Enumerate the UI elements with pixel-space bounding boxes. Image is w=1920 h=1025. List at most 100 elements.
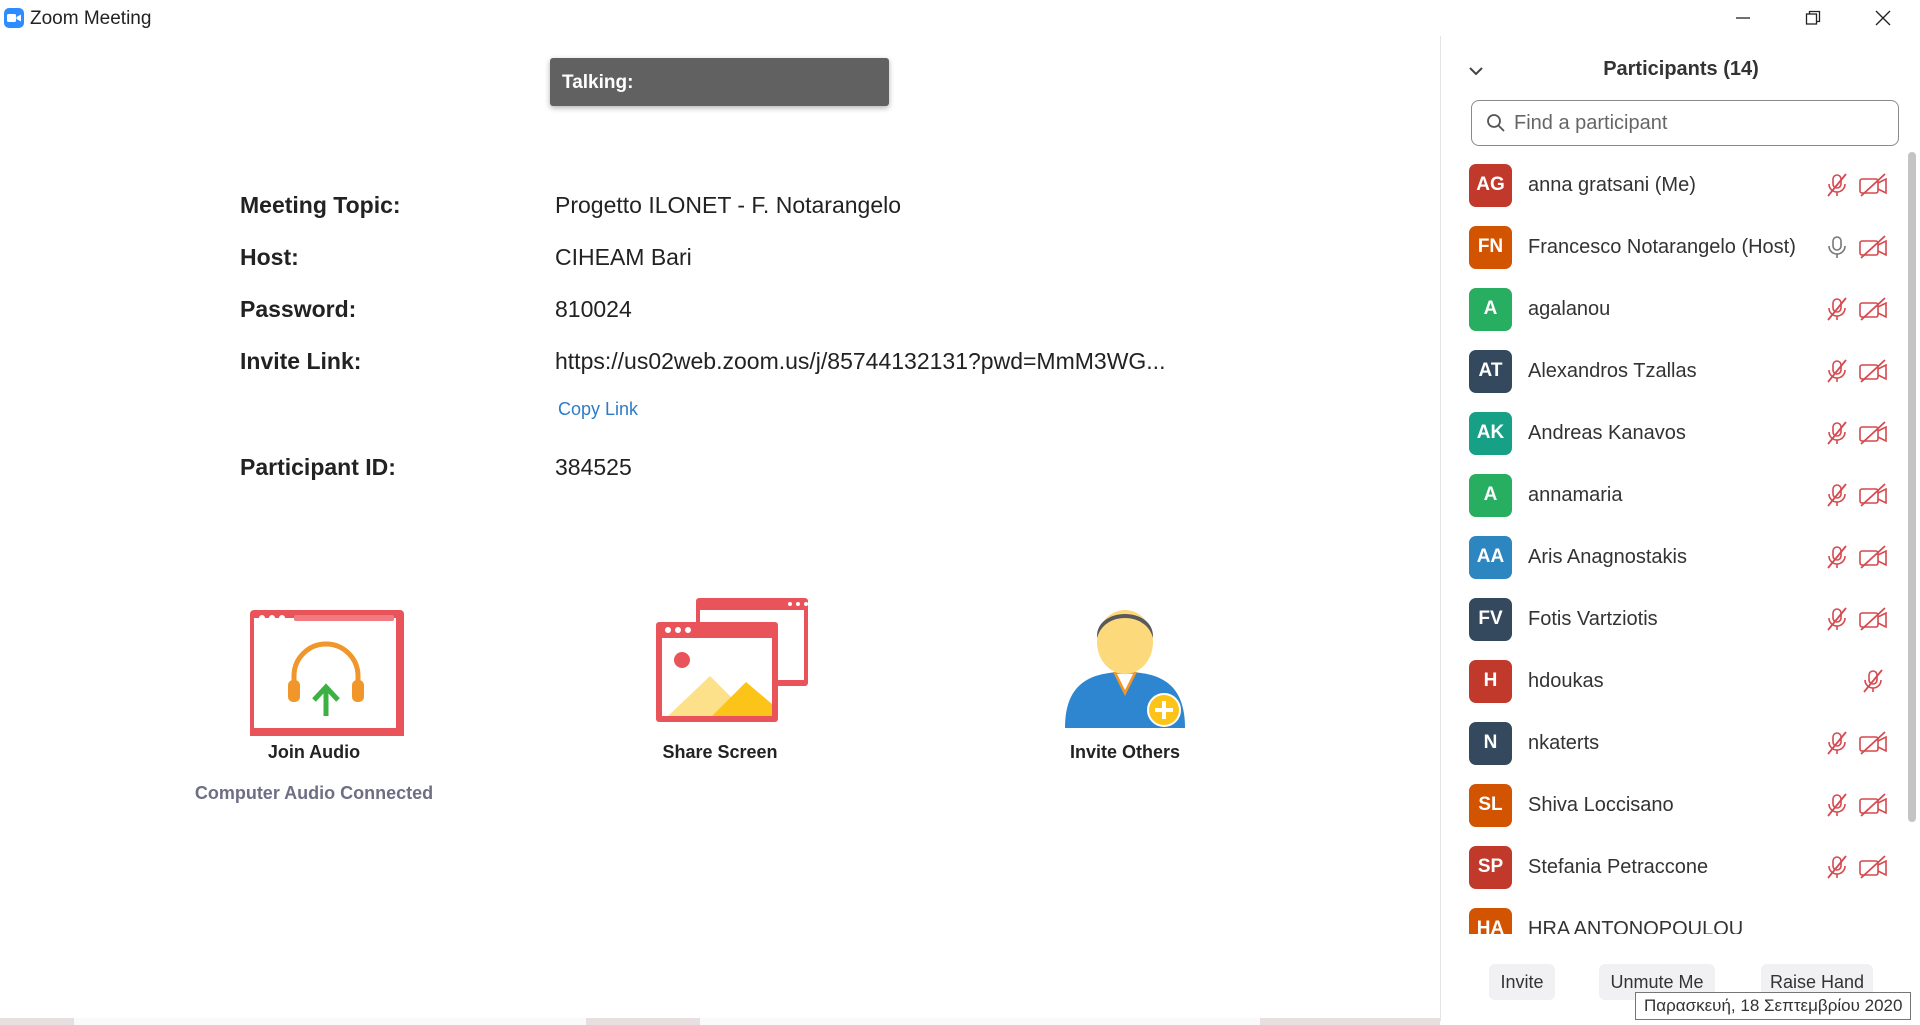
invite-others-button[interactable]: Invite Others xyxy=(995,576,1255,763)
avatar: SP xyxy=(1469,845,1512,889)
participant-name: annamaria xyxy=(1528,483,1623,506)
video-off-icon[interactable] xyxy=(1858,792,1888,818)
video-off-icon[interactable] xyxy=(1858,730,1888,756)
info-label: Invite Link: xyxy=(240,348,362,374)
copy-link[interactable]: Copy Link xyxy=(558,399,638,420)
participant-row[interactable]: HA HRA ANTONOPOULOU xyxy=(1441,898,1911,934)
minimize-icon xyxy=(1736,17,1750,19)
video-off-icon[interactable] xyxy=(1858,358,1888,384)
info-label: Host: xyxy=(240,244,299,270)
close-icon xyxy=(1875,10,1891,26)
participant-row[interactable]: AG anna gratsani (Me) xyxy=(1441,154,1911,216)
participant-id-value: 384525 xyxy=(555,454,632,480)
invite-others-icon xyxy=(1025,576,1225,736)
restore-button[interactable] xyxy=(1778,0,1848,36)
search-input[interactable] xyxy=(1514,111,1894,135)
invite-button[interactable]: Invite xyxy=(1489,964,1555,1000)
participant-name: Aris Anagnostakis xyxy=(1528,545,1687,568)
participant-name: Alexandros Tzallas xyxy=(1528,359,1697,382)
participant-name: Andreas Kanavos xyxy=(1528,421,1686,444)
taskbar-strip xyxy=(0,1018,1440,1025)
avatar: FV xyxy=(1469,597,1512,641)
participant-row[interactable]: AT Alexandros Tzallas xyxy=(1441,340,1911,402)
participant-row[interactable]: SP Stefania Petraccone xyxy=(1441,836,1911,898)
participant-row[interactable]: FV Fotis Vartziotis xyxy=(1441,588,1911,650)
mic-muted-icon[interactable] xyxy=(1824,172,1850,198)
participants-panel: Participants (14) AG anna gratsani (Me) FN… xyxy=(1440,36,1920,1021)
avatar: A xyxy=(1469,287,1512,331)
share-screen-icon xyxy=(620,576,820,736)
participant-row[interactable]: Aagalanou xyxy=(1441,278,1911,340)
close-button[interactable] xyxy=(1848,0,1918,36)
video-off-icon[interactable] xyxy=(1858,482,1888,508)
participant-list: AG anna gratsani (Me) FN Francesco Notarang… xyxy=(1441,154,1911,934)
mic-muted-icon[interactable] xyxy=(1824,482,1850,508)
join-audio-icon xyxy=(214,576,414,744)
participant-name: Francesco Notarangelo (Host) xyxy=(1528,235,1796,258)
avatar: N xyxy=(1469,721,1512,765)
participant-row[interactable]: FN Francesco Notarangelo (Host) xyxy=(1441,216,1911,278)
mic-muted-icon[interactable] xyxy=(1860,668,1886,694)
meeting-info-panel: Talking: Meeting Topic: Progetto ILONET … xyxy=(0,36,1440,1021)
date-tooltip: Παρασκευή, 18 Σεπτεμβρίου 2020 xyxy=(1635,992,1912,1020)
video-off-icon[interactable] xyxy=(1858,606,1888,632)
mic-muted-icon[interactable] xyxy=(1824,544,1850,570)
participant-name: agalanou xyxy=(1528,297,1611,320)
mic-muted-icon[interactable] xyxy=(1824,358,1850,384)
info-label: Participant ID: xyxy=(240,454,396,480)
avatar: FN xyxy=(1469,225,1512,269)
participant-row[interactable]: AK Andreas Kanavos xyxy=(1441,402,1911,464)
share-screen-label: Share Screen xyxy=(662,742,778,762)
avatar: SL xyxy=(1469,783,1512,827)
video-off-icon[interactable] xyxy=(1858,854,1888,880)
mic-muted-icon[interactable] xyxy=(1824,420,1850,446)
zoom-camera-icon xyxy=(4,8,24,28)
participant-name: Fotis Vartziotis xyxy=(1528,607,1658,630)
video-off-icon[interactable] xyxy=(1858,296,1888,322)
participant-name: hdoukas xyxy=(1528,669,1604,692)
participant-list-scrollbar[interactable] xyxy=(1908,152,1916,822)
invite-link-value: https://us02web.zoom.us/j/85744132131?pw… xyxy=(555,348,1166,374)
avatar: AK xyxy=(1469,411,1512,455)
password-value: 810024 xyxy=(555,296,632,322)
window-title: Zoom Meeting xyxy=(30,8,152,29)
participant-name: anna gratsani (Me) xyxy=(1528,173,1696,196)
meeting-topic-value: Progetto ILONET - F. Notarangelo xyxy=(555,192,902,218)
participant-search[interactable] xyxy=(1471,100,1899,146)
mic-muted-icon[interactable] xyxy=(1824,854,1850,880)
share-screen-button[interactable]: Share Screen xyxy=(590,576,850,763)
mic-muted-icon[interactable] xyxy=(1824,296,1850,322)
video-off-icon[interactable] xyxy=(1858,544,1888,570)
mic-muted-icon[interactable] xyxy=(1824,792,1850,818)
participant-name: nkaterts xyxy=(1528,731,1600,754)
participant-name: HRA ANTONOPOULOU xyxy=(1528,917,1744,935)
participant-row[interactable]: AA Aris Anagnostakis xyxy=(1441,526,1911,588)
host-value: CIHEAM Bari xyxy=(555,244,692,270)
talking-indicator: Talking: xyxy=(550,58,889,106)
video-off-icon[interactable] xyxy=(1858,420,1888,446)
title-bar: Zoom Meeting xyxy=(0,0,1920,36)
mic-muted-icon[interactable] xyxy=(1824,730,1850,756)
minimize-button[interactable] xyxy=(1708,0,1778,36)
join-audio-label: Join Audio xyxy=(267,742,361,762)
avatar: H xyxy=(1469,659,1512,703)
participant-name: Shiva Loccisano xyxy=(1528,793,1674,816)
info-label: Password: xyxy=(240,296,357,322)
info-label: Meeting Topic: xyxy=(240,192,401,218)
mic-muted-icon[interactable] xyxy=(1824,606,1850,632)
avatar: AA xyxy=(1469,535,1512,579)
participant-row[interactable]: SL Shiva Loccisano xyxy=(1441,774,1911,836)
avatar: HA xyxy=(1469,907,1512,934)
avatar: AG xyxy=(1469,163,1512,207)
avatar: AT xyxy=(1469,349,1512,393)
restore-icon xyxy=(1805,10,1821,25)
participant-row[interactable]: Nnkaterts xyxy=(1441,712,1911,774)
participant-name: Stefania Petraccone xyxy=(1528,855,1709,878)
mic-icon[interactable] xyxy=(1824,234,1850,260)
participant-row[interactable]: Aannamaria xyxy=(1441,464,1911,526)
participant-row[interactable]: Hhdoukas xyxy=(1441,650,1911,712)
avatar: A xyxy=(1469,473,1512,517)
video-off-icon[interactable] xyxy=(1858,234,1888,260)
join-audio-button[interactable]: Join Audio Computer Audio Connected xyxy=(184,576,444,804)
video-off-icon[interactable] xyxy=(1858,172,1888,198)
